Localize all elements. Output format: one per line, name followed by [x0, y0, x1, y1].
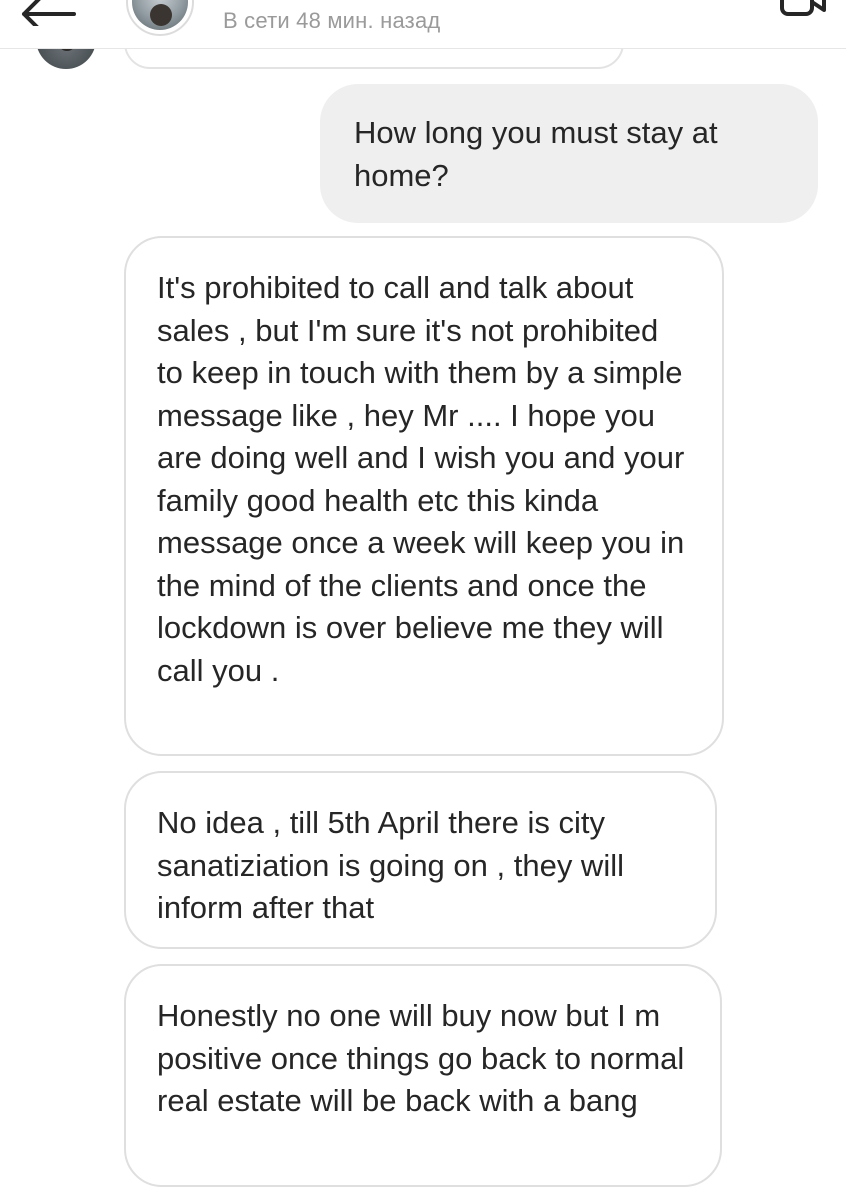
message-bubble-received[interactable]: It's prohibited to call and talk about s…	[124, 236, 724, 756]
contact-status: В сети 48 мин. назад	[223, 8, 441, 33]
sender-avatar[interactable]	[36, 49, 96, 69]
back-arrow-icon[interactable]	[14, 0, 84, 26]
chat-header: В сети 48 мин. назад	[0, 0, 846, 49]
video-call-icon[interactable]	[778, 0, 828, 20]
sender-avatar-face	[58, 49, 76, 51]
contact-avatar[interactable]	[126, 0, 194, 36]
avatar-image	[132, 0, 188, 30]
avatar-person	[150, 4, 172, 26]
message-bubble-received[interactable]: No idea , till 5th April there is city s…	[124, 771, 717, 949]
message-bubble-received[interactable]: Honestly no one will buy now but I m pos…	[124, 964, 722, 1187]
chat-screen: В сети 48 мин. назад How long you must s…	[0, 0, 846, 1200]
message-bubble-sent[interactable]: How long you must stay at home?	[320, 84, 818, 223]
message-bubble-partial[interactable]	[124, 49, 624, 69]
message-thread[interactable]: How long you must stay at home? It's pro…	[0, 49, 846, 1200]
